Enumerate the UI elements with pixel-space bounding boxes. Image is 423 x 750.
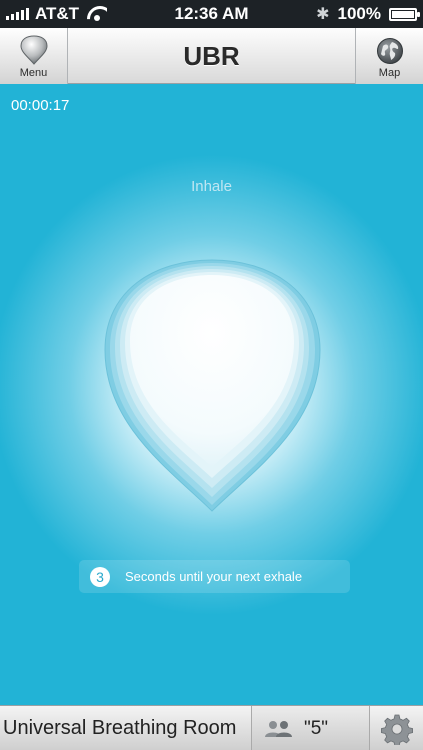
countdown-badge: 3 bbox=[90, 566, 110, 587]
map-button[interactable]: Map bbox=[355, 28, 423, 84]
gear-icon bbox=[381, 714, 413, 745]
breathing-area: 00:00:17 Inhale 3 Seconds until your nex… bbox=[0, 85, 423, 705]
menu-label: Menu bbox=[19, 67, 48, 79]
menu-button[interactable]: Menu bbox=[0, 28, 68, 84]
drop-icon bbox=[19, 35, 48, 65]
navigation-bar: Menu UBR Map bbox=[0, 28, 423, 84]
globe-icon bbox=[376, 38, 403, 64]
breathing-drop[interactable] bbox=[0, 85, 423, 705]
people-icon bbox=[265, 720, 292, 737]
countdown-hint: 3 Seconds until your next exhale bbox=[79, 560, 350, 593]
room-name: Universal Breathing Room bbox=[3, 717, 237, 739]
bluetooth-icon: ✱ bbox=[316, 6, 330, 23]
map-label: Map bbox=[378, 67, 401, 79]
settings-button[interactable] bbox=[371, 706, 423, 750]
participants-count: "5" bbox=[304, 717, 329, 739]
battery-icon bbox=[389, 7, 420, 21]
status-bar: AT&T 12:36 AM ✱ 100% bbox=[0, 0, 423, 28]
battery-percent: 100% bbox=[337, 4, 381, 23]
page-title: UBR bbox=[183, 41, 240, 71]
status-right: ✱ 100% bbox=[316, 4, 420, 24]
bottom-bar: Universal Breathing Room "5" bbox=[0, 705, 423, 750]
countdown-message: Seconds until your next exhale bbox=[125, 569, 303, 584]
participants-button[interactable]: "5" bbox=[251, 706, 370, 750]
